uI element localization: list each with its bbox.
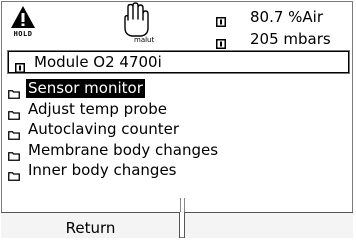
channel-square-icon [216, 12, 226, 31]
return-softkey[interactable]: Return [1, 212, 180, 238]
manual-label: malut [134, 36, 155, 44]
return-softkey-label: Return [65, 219, 116, 237]
device-screen: HOLD malut 80.7 %Air 205 mbars Module O2… [0, 0, 356, 241]
menu-item-label: Sensor monitor [26, 79, 145, 98]
manual-mode-indicator: malut [117, 2, 157, 46]
folder-icon [8, 166, 20, 185]
menu-item-sensor-monitor[interactable]: Sensor monitor [8, 79, 338, 100]
menu-item-label: Autoclaving counter [28, 120, 179, 138]
softkey-bar: Return [1, 198, 353, 238]
menu-item-adjust-temp-probe[interactable]: Adjust temp probe [8, 100, 338, 121]
service-menu: Sensor monitor Adjust temp probe Autocla… [8, 79, 338, 182]
menu-item-membrane-body-changes[interactable]: Membrane body changes [8, 141, 338, 162]
menu-item-label: Adjust temp probe [28, 99, 167, 118]
warning-triangle-icon [9, 4, 37, 30]
pressure-value: 205 mbars [250, 30, 331, 48]
module-title-bar: Module O2 4700i [8, 51, 349, 73]
menu-item-label: Membrane body changes [28, 140, 219, 159]
menu-item-label: Inner body changes [28, 161, 177, 179]
menu-item-autoclaving-counter[interactable]: Autoclaving counter [8, 120, 338, 141]
hold-indicator: HOLD [9, 4, 37, 40]
oxygen-value: 80.7 %Air [250, 8, 324, 26]
softkey-divider [184, 198, 185, 212]
module-title: Module O2 4700i [34, 53, 162, 71]
menu-item-inner-body-changes[interactable]: Inner body changes [8, 161, 338, 182]
softkey-divider [180, 198, 181, 212]
hold-label: HOLD [13, 30, 33, 38]
module-square-icon [15, 58, 25, 77]
right-softkey[interactable] [184, 212, 353, 238]
